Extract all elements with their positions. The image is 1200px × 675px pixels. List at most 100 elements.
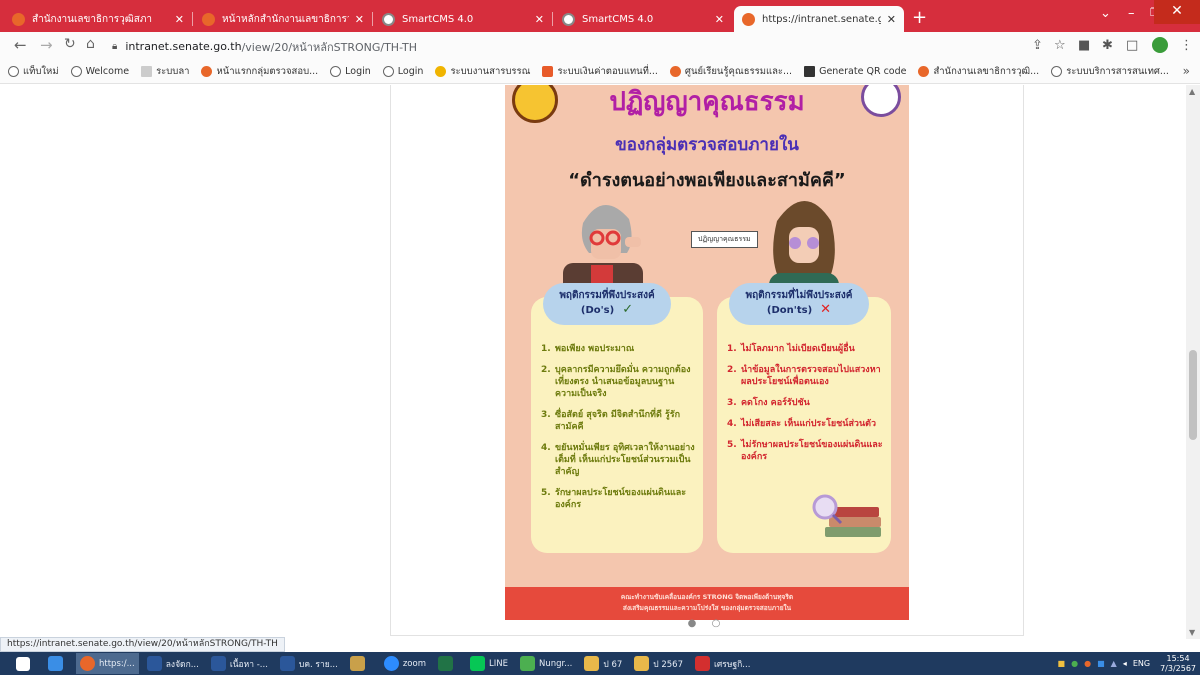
taskbar-label: บค. ราย... xyxy=(298,659,338,670)
profile-avatar[interactable] xyxy=(1152,37,1168,53)
tab-2[interactable]: SmartCMS 4.0 ✕ xyxy=(374,6,552,32)
globe-icon xyxy=(382,66,394,77)
bookmark-item[interactable]: Login xyxy=(330,66,371,77)
taskbar-word-1[interactable]: ลงจัดก... xyxy=(143,653,203,674)
taskbar-excel[interactable] xyxy=(434,653,462,674)
tray-app-icon[interactable]: ● xyxy=(1084,659,1091,668)
new-tab-button[interactable]: + xyxy=(912,9,927,27)
bookmark-label: แท็บใหม่ xyxy=(23,66,59,77)
tray-app-icon[interactable]: ■ xyxy=(1097,659,1105,668)
bookmark-item[interactable]: Login xyxy=(382,66,424,77)
taskbar-paint[interactable] xyxy=(346,653,376,674)
close-icon[interactable]: ✕ xyxy=(535,13,544,26)
word-icon xyxy=(210,656,226,671)
list-item: 5. รักษาผลประโยชน์ของแผ่นดินและองค์กร xyxy=(541,487,695,511)
taskbar-label: zoom xyxy=(402,658,426,669)
taskbar-word-3[interactable]: บค. ราย... xyxy=(276,653,342,674)
language-indicator[interactable]: ENG xyxy=(1133,659,1150,668)
tray-app-icon[interactable]: ● xyxy=(1071,659,1078,668)
list-item: 1. ไม่โลภมาก ไม่เบียดเบียนผู้อื่น xyxy=(727,343,883,355)
bookmark-item[interactable]: ศูนย์เรียนรู้คุณธรรมและ... xyxy=(669,64,792,79)
tab-strip: สำนักงานเลขาธิการวุฒิสภา ✕ หน้าหลักสำนัก… xyxy=(0,0,1200,32)
scroll-up-icon[interactable]: ▲ xyxy=(1189,87,1195,96)
donts-list: 1. ไม่โลภมาก ไม่เบียดเบียนผู้อื่น 2. นำข้อ… xyxy=(727,343,883,472)
bookmark-item[interactable]: ระบบงานสารบรรณ xyxy=(435,64,530,79)
forward-icon[interactable]: → xyxy=(40,36,53,54)
tray-network-icon[interactable]: ▲ xyxy=(1111,659,1117,668)
side-panel-icon[interactable]: □ xyxy=(1126,38,1138,53)
carousel-dots[interactable]: ● ○ xyxy=(391,618,1023,629)
dos-heading-text: พฤติกรรมที่พึงประสงค์ xyxy=(559,290,655,301)
menu-kebab-icon[interactable]: ⋮ xyxy=(1180,38,1193,53)
close-icon[interactable]: ✕ xyxy=(175,13,184,26)
taskbar-ie[interactable] xyxy=(44,653,72,674)
share-icon[interactable]: ⇪ xyxy=(1032,38,1043,53)
tab-3[interactable]: SmartCMS 4.0 ✕ xyxy=(554,6,732,32)
scrollbar-thumb[interactable] xyxy=(1189,350,1197,440)
close-icon[interactable]: ✕ xyxy=(887,13,896,26)
bookmarks-bar: แท็บใหม่ Welcome ระบบลา หน้าแรกกลุ่มตรวจ… xyxy=(0,60,1200,84)
back-icon[interactable]: ← xyxy=(14,36,27,54)
bookmark-item[interactable]: สำนักงานเลขาธิการวุฒิ... xyxy=(918,64,1039,79)
window-close-icon[interactable]: ✕ xyxy=(1154,0,1200,24)
poster-footer: คณะทำงานขับเคลื่อนองค์กร STRONG จิตพอเพี… xyxy=(505,587,909,620)
windows-start-icon xyxy=(16,656,30,671)
item-text: ไม่โลภมาก ไม่เบียดเบียนผู้อื่น xyxy=(741,344,855,354)
taskbar-user[interactable]: Nungr... xyxy=(516,653,576,674)
taskbar-line[interactable]: LINE xyxy=(466,653,512,674)
windows-start-button[interactable] xyxy=(10,653,40,674)
donts-heading-en: (Don'ts) xyxy=(766,305,813,316)
lock-icon[interactable]: 🔒︎ xyxy=(112,41,117,52)
tab-separator xyxy=(552,12,553,26)
paint-icon xyxy=(349,656,365,671)
tab-0[interactable]: สำนักงานเลขาธิการวุฒิสภา ✕ xyxy=(4,6,192,32)
bookmark-item[interactable]: Generate QR code xyxy=(804,66,906,77)
taskbar-label: เศรษฐกิ... xyxy=(714,659,751,670)
bookmark-label: Login xyxy=(397,66,424,77)
bookmark-star-icon[interactable]: ☆ xyxy=(1054,38,1066,53)
tab-title: SmartCMS 4.0 xyxy=(402,13,474,25)
puzzle-icon[interactable]: ✱ xyxy=(1102,38,1113,53)
item-number: 1. xyxy=(541,344,551,354)
browser-toolbar: ← → ↻ ⌂ 🔒︎ intranet.senate.go.th /view/2… xyxy=(0,32,1200,60)
bookmark-item[interactable]: ระบบบริการสารสนเทศ... xyxy=(1051,64,1169,79)
close-icon[interactable]: ✕ xyxy=(715,13,724,26)
address-host: intranet.senate.go.th xyxy=(125,40,242,53)
item-number: 2. xyxy=(727,365,737,375)
home-icon[interactable]: ⌂ xyxy=(86,36,95,52)
taskbar-word-2[interactable]: เนื้อหา -... xyxy=(207,653,272,674)
taskbar-zoom[interactable]: zoom xyxy=(380,653,430,674)
word-icon xyxy=(146,656,162,671)
scroll-down-icon[interactable]: ▼ xyxy=(1189,628,1195,637)
close-icon[interactable]: ✕ xyxy=(355,13,364,26)
item-text: ไม่รักษาผลประโยชน์ของแผ่นดินและองค์กร xyxy=(741,440,883,462)
bookmark-label: ระบบลา xyxy=(156,66,190,77)
status-bar-url: https://intranet.senate.go.th/view/20/หน… xyxy=(0,637,285,652)
bookmark-item[interactable]: ระบบเงินค่าตอบแทนที่... xyxy=(542,64,658,79)
taskbar-folder-2[interactable]: ป 2567 xyxy=(630,653,687,674)
vertical-scrollbar[interactable]: ▲ ▼ xyxy=(1186,85,1200,639)
senate-icon xyxy=(742,12,755,26)
tray-volume-icon[interactable]: ◂ xyxy=(1123,659,1127,668)
extension-icon[interactable]: ■ xyxy=(1078,38,1090,53)
bookmark-item[interactable]: Welcome xyxy=(70,66,129,77)
bookmark-item[interactable]: แท็บใหม่ xyxy=(8,64,59,79)
taskbar-chrome[interactable]: https:/... xyxy=(76,653,139,674)
tab-1[interactable]: หน้าหลักสำนักงานเลขาธิการวุฒิสภา ✕ xyxy=(194,6,372,32)
bookmark-item[interactable]: หน้าแรกกลุ่มตรวจสอบ... xyxy=(201,64,318,79)
address-bar[interactable]: 🔒︎ intranet.senate.go.th /view/20/หน้าหล… xyxy=(112,36,1116,57)
clock[interactable]: 15:54 7/3/2567 xyxy=(1160,654,1196,674)
reload-icon[interactable]: ↻ xyxy=(64,36,76,52)
bookmark-label: ระบบบริการสารสนเทศ... xyxy=(1066,66,1169,77)
minimize-icon[interactable]: – xyxy=(1128,6,1135,21)
bookmark-item[interactable]: ระบบลา xyxy=(141,64,189,79)
windows-taskbar: https:/... ลงจัดก... เนื้อหา -... บค. รา… xyxy=(0,652,1200,675)
taskbar-folder-1[interactable]: ป 67 xyxy=(580,653,626,674)
globe-icon xyxy=(70,66,82,77)
bookmarks-overflow-button[interactable]: » xyxy=(1183,64,1190,78)
dos-heading-en: (Do's) xyxy=(580,305,615,316)
tab-search-icon[interactable]: ⌄ xyxy=(1100,6,1111,21)
tray-shield-icon[interactable]: ■ xyxy=(1058,659,1066,668)
taskbar-pdf[interactable]: เศรษฐกิ... xyxy=(691,653,754,674)
tab-active[interactable]: https://intranet.senate.go.th/vie ✕ xyxy=(734,6,904,32)
